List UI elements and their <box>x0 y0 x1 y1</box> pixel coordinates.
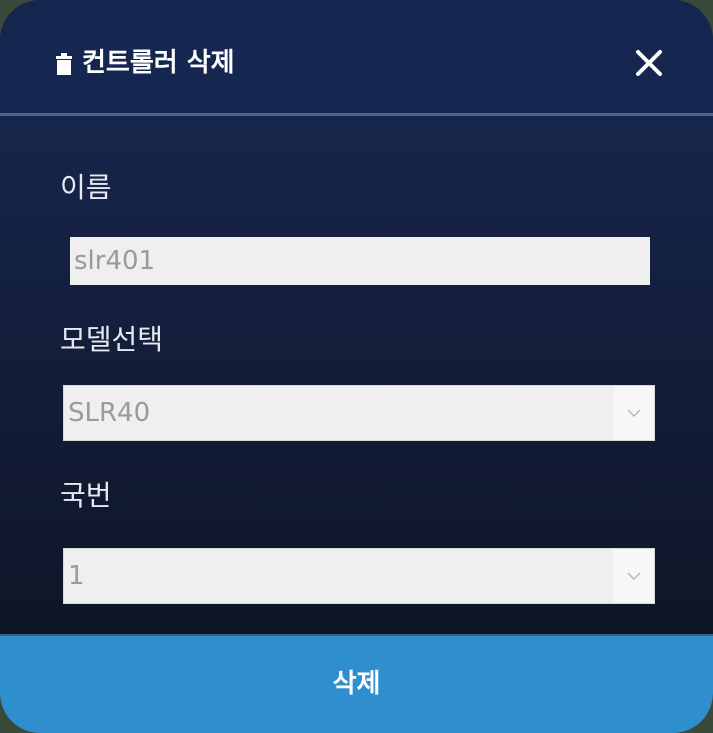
name-field[interactable]: slr401 <box>70 237 650 285</box>
header-divider <box>0 113 713 116</box>
name-label: 이름 <box>60 171 112 204</box>
close-icon[interactable] <box>632 46 666 80</box>
delete-controller-dialog: 컨트롤러 삭제 이름 slr401 모델선택 SLR40 국번 1 삭제 <box>0 0 713 733</box>
chevron-down-icon <box>627 409 641 417</box>
dialog-title: 컨트롤러 삭제 <box>82 48 235 78</box>
model-select[interactable]: SLR40 <box>63 385 655 441</box>
model-selected-value: SLR40 <box>68 398 151 428</box>
dialog-header: 컨트롤러 삭제 <box>0 0 713 113</box>
model-dropdown-toggle[interactable] <box>614 386 654 440</box>
delete-button[interactable]: 삭제 <box>0 636 713 733</box>
station-dropdown-toggle[interactable] <box>614 549 654 603</box>
trash-icon <box>56 53 72 75</box>
chevron-down-icon <box>627 572 641 580</box>
name-value: slr401 <box>74 246 156 276</box>
station-label: 국번 <box>60 479 112 512</box>
model-label: 모델선택 <box>60 323 164 356</box>
station-selected-value: 1 <box>68 561 85 591</box>
station-select[interactable]: 1 <box>63 548 655 604</box>
